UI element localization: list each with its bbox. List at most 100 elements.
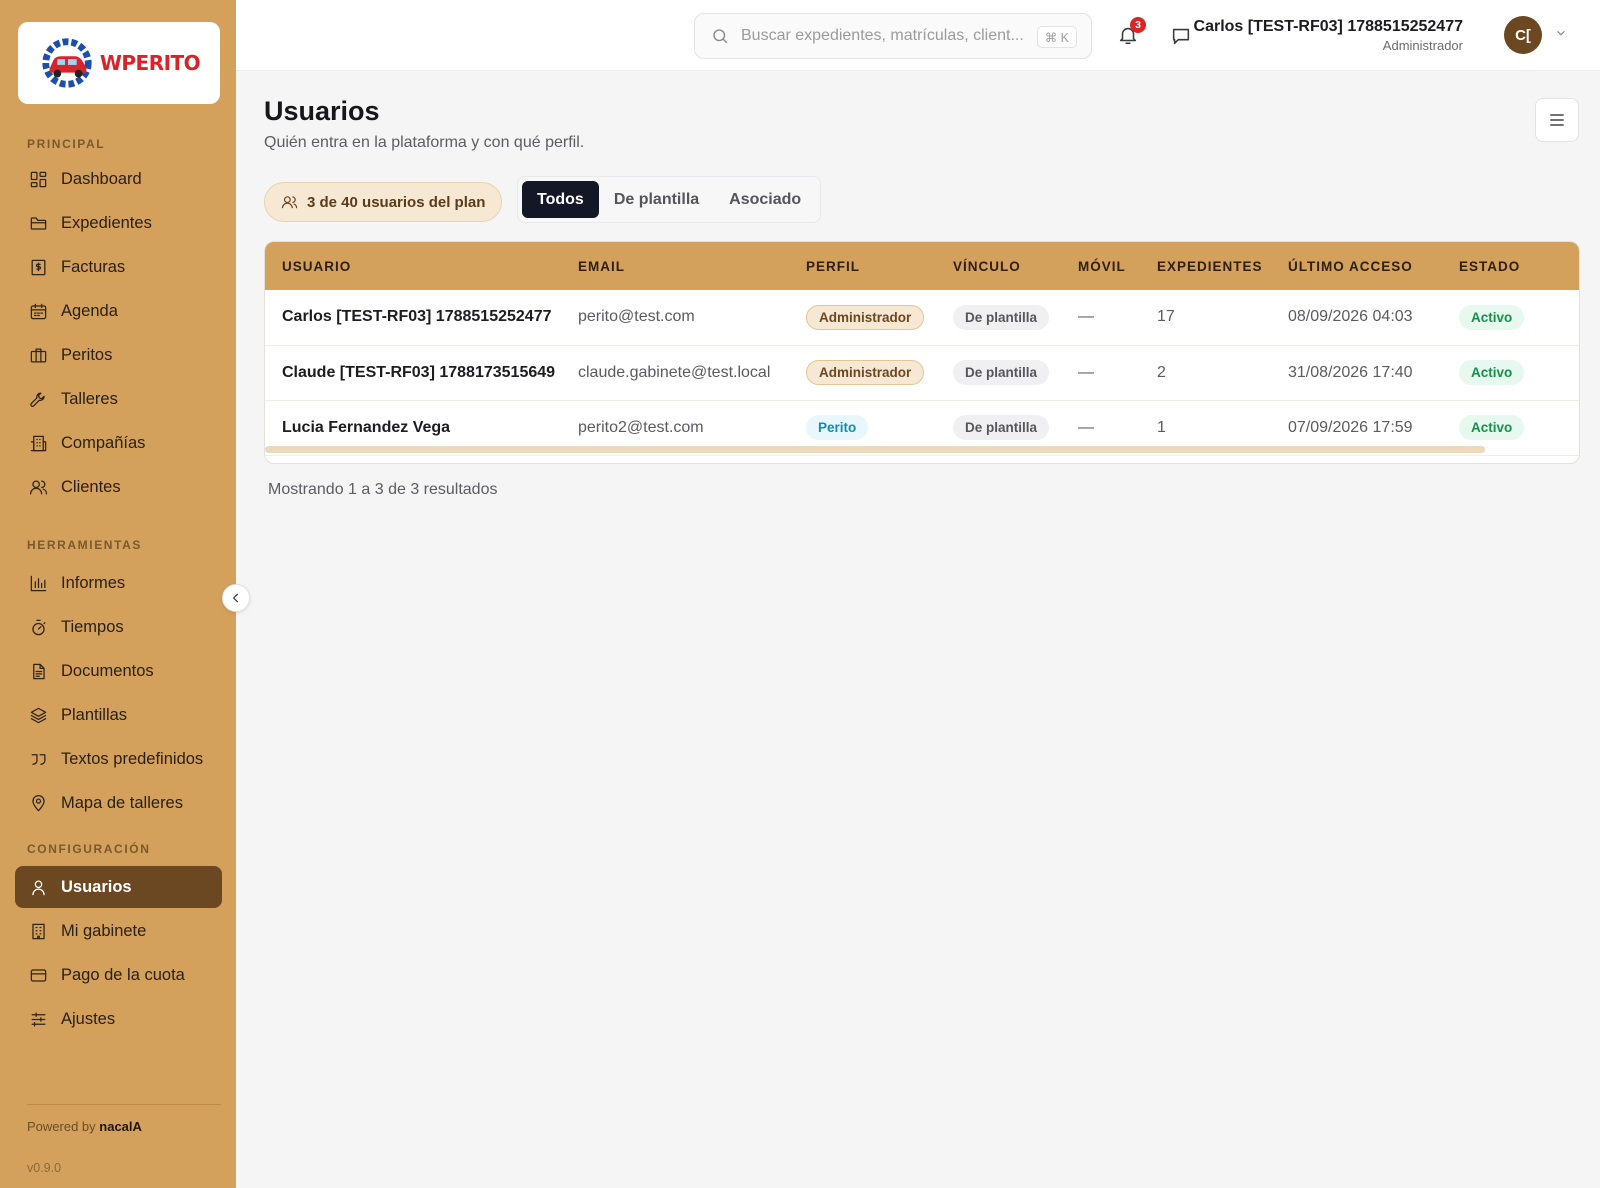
sidebar-item-facturas[interactable]: Facturas bbox=[15, 246, 222, 288]
link-badge: De plantilla bbox=[953, 360, 1050, 385]
section-label-configuracion: CONFIGURACIÓN bbox=[27, 842, 151, 856]
search-shortcut: ⌘ K bbox=[1036, 26, 1077, 48]
sidebar-item-talleres[interactable]: Talleres bbox=[15, 378, 222, 420]
powered-brand: nacalA bbox=[99, 1119, 142, 1134]
col-vinculo[interactable]: VÍNCULO bbox=[936, 242, 1061, 290]
cell-expedientes: 17 bbox=[1157, 308, 1175, 326]
wrench-icon bbox=[28, 389, 48, 409]
section-label-principal: PRINCIPAL bbox=[27, 137, 106, 151]
user-name[interactable]: Carlos [TEST-RF03] 1788515252477 bbox=[1194, 18, 1463, 36]
sidebar-item-tiempos[interactable]: Tiempos bbox=[15, 606, 222, 648]
role-badge: Administrador bbox=[806, 304, 925, 330]
sidebar-item-informes[interactable]: Informes bbox=[15, 562, 222, 604]
cell-ultimo-acceso: 31/08/2026 17:40 bbox=[1288, 363, 1413, 381]
sidebar-item-peritos[interactable]: Peritos bbox=[15, 334, 222, 376]
timer-icon bbox=[28, 617, 48, 637]
user-icon bbox=[28, 877, 48, 897]
col-usuario[interactable]: USUARIO bbox=[265, 242, 561, 290]
sidebar-item-label: Compañías bbox=[61, 433, 146, 452]
user-type-filter: Todos De plantilla Asociado bbox=[517, 176, 822, 223]
table-row[interactable]: Claude [TEST-RF03] 1788173515649 claude.… bbox=[265, 345, 1579, 400]
filter-de-plantilla[interactable]: De plantilla bbox=[599, 181, 714, 218]
page-title: Usuarios bbox=[264, 96, 380, 126]
user-menu-toggle[interactable] bbox=[1554, 26, 1570, 42]
hamburger-menu-icon bbox=[1550, 114, 1564, 126]
notifications-button[interactable]: 3 bbox=[1117, 17, 1146, 48]
cell-usuario[interactable]: Carlos [TEST-RF03] 1788515252477 bbox=[265, 290, 561, 345]
sidebar-item-mapa-de-talleres[interactable]: Mapa de talleres bbox=[15, 782, 222, 824]
invoice-icon bbox=[28, 257, 48, 277]
col-movil[interactable]: MÓVIL bbox=[1061, 242, 1140, 290]
cell-email: claude.gabinete@test.local bbox=[578, 363, 771, 381]
sidebar-item-mi-gabinete[interactable]: Mi gabinete bbox=[15, 910, 222, 952]
sidebar-item-ajustes[interactable]: Ajustes bbox=[15, 998, 222, 1040]
search-input[interactable] bbox=[741, 27, 1031, 45]
sidebar-item-label: Clientes bbox=[61, 477, 121, 496]
sidebar-item-textos-predefinidos[interactable]: Textos predefinidos bbox=[15, 738, 222, 780]
sidebar-item-companias[interactable]: Compañías bbox=[15, 422, 222, 464]
sidebar-item-label: Plantillas bbox=[61, 705, 128, 724]
link-badge: De plantilla bbox=[953, 304, 1050, 330]
page-menu-button[interactable] bbox=[1535, 98, 1579, 142]
sidebar-collapse-button[interactable] bbox=[222, 584, 250, 612]
sidebar-item-plantillas[interactable]: Plantillas bbox=[15, 694, 222, 736]
sidebar-item-label: Documentos bbox=[61, 661, 154, 680]
sidebar-item-label: Talleres bbox=[61, 389, 118, 408]
col-ultimo-acceso[interactable]: ÚLTIMO ACCESO bbox=[1271, 242, 1442, 290]
avatar[interactable]: C[ bbox=[1504, 16, 1542, 54]
sidebar-item-label: Pago de la cuota bbox=[61, 965, 185, 984]
cell-usuario[interactable]: Claude [TEST-RF03] 1788173515649 bbox=[265, 345, 561, 400]
col-email[interactable]: EMAIL bbox=[561, 242, 789, 290]
sidebar-item-label: Dashboard bbox=[61, 169, 142, 188]
filter-todos[interactable]: Todos bbox=[522, 181, 599, 218]
sidebar-item-dashboard[interactable]: Dashboard bbox=[15, 158, 222, 200]
cell-email: perito@test.com bbox=[578, 308, 695, 326]
bar-chart-icon bbox=[28, 573, 48, 593]
cell-movil: — bbox=[1078, 308, 1094, 326]
search-icon bbox=[713, 29, 728, 44]
layers-icon bbox=[28, 705, 48, 725]
messages-button[interactable] bbox=[1170, 25, 1194, 49]
table-header-row: USUARIO EMAIL PERFIL VÍNCULO MÓVIL EXPED… bbox=[265, 242, 1579, 290]
section-label-herramientas: HERRAMIENTAS bbox=[27, 538, 142, 552]
credit-card-icon bbox=[28, 965, 48, 985]
sidebar-item-label: Mi gabinete bbox=[61, 921, 147, 940]
col-estado[interactable]: ESTADO bbox=[1442, 242, 1579, 290]
col-perfil[interactable]: PERFIL bbox=[789, 242, 936, 290]
sidebar-divider bbox=[27, 1104, 221, 1105]
brand-name: WPERITO bbox=[99, 51, 201, 75]
sidebar-item-label: Informes bbox=[61, 573, 126, 592]
car-gear-logo-icon bbox=[42, 38, 92, 88]
folder-icon bbox=[28, 213, 48, 233]
role-badge: Administrador bbox=[806, 360, 925, 385]
sidebar-item-usuarios[interactable]: Usuarios bbox=[15, 866, 222, 908]
sidebar-item-label: Usuarios bbox=[61, 877, 132, 896]
sidebar-item-documentos[interactable]: Documentos bbox=[15, 650, 222, 692]
users-icon bbox=[281, 195, 298, 208]
sidebar-item-clientes[interactable]: Clientes bbox=[15, 466, 222, 508]
sidebar: WPERITO PRINCIPAL Dashboard Expedientes … bbox=[0, 0, 236, 1188]
sidebar-item-label: Peritos bbox=[61, 345, 113, 364]
role-badge: Perito bbox=[806, 415, 869, 440]
table-horizontal-scrollbar[interactable] bbox=[265, 446, 1485, 453]
users-icon bbox=[28, 477, 48, 497]
table-row[interactable]: Carlos [TEST-RF03] 1788515252477 perito@… bbox=[265, 290, 1579, 345]
office-icon bbox=[28, 921, 48, 941]
sidebar-item-label: Tiempos bbox=[61, 617, 124, 636]
filter-asociado[interactable]: Asociado bbox=[714, 181, 816, 218]
sidebar-item-agenda[interactable]: Agenda bbox=[15, 290, 222, 332]
status-badge: Activo bbox=[1459, 415, 1525, 440]
app-version: v0.9.0 bbox=[27, 1161, 62, 1175]
plan-usage-chip: 3 de 40 usuarios del plan bbox=[264, 182, 503, 222]
sidebar-item-pago-de-la-cuota[interactable]: Pago de la cuota bbox=[15, 954, 222, 996]
brand-logo[interactable]: WPERITO bbox=[18, 22, 220, 104]
sidebar-item-label: Facturas bbox=[61, 257, 126, 276]
document-icon bbox=[28, 661, 48, 681]
chevron-left-icon bbox=[232, 593, 239, 603]
sidebar-item-expedientes[interactable]: Expedientes bbox=[15, 202, 222, 244]
calendar-icon bbox=[28, 301, 48, 321]
col-expedientes[interactable]: EXPEDIENTES bbox=[1140, 242, 1271, 290]
sidebar-item-label: Ajustes bbox=[61, 1009, 116, 1028]
dashboard-icon bbox=[28, 169, 48, 189]
search-box[interactable]: ⌘ K bbox=[694, 13, 1092, 59]
